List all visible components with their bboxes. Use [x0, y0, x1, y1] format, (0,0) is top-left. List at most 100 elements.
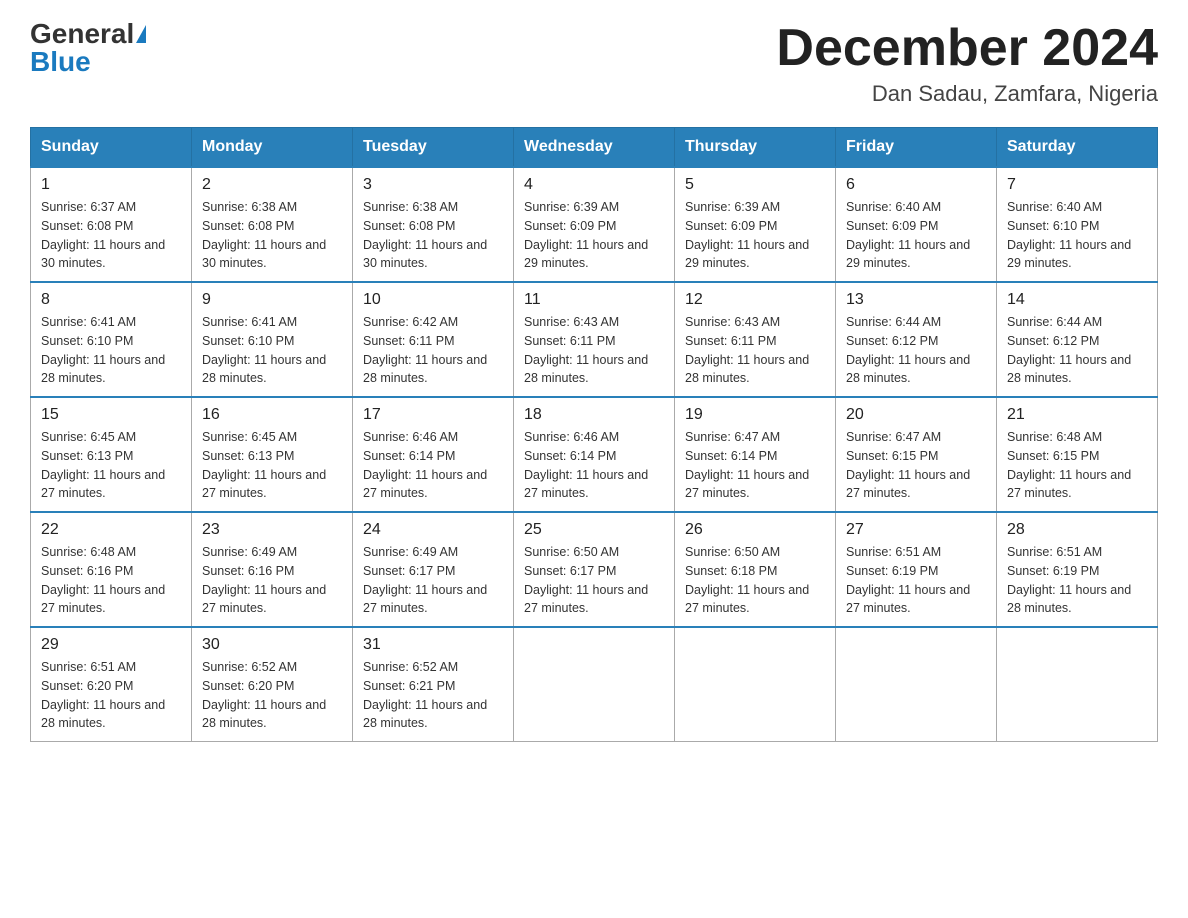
day-info: Sunrise: 6:42 AMSunset: 6:11 PMDaylight:… [363, 313, 503, 388]
week-row-5: 29Sunrise: 6:51 AMSunset: 6:20 PMDayligh… [31, 627, 1158, 742]
calendar-cell: 5 Sunrise: 6:39 AMSunset: 6:09 PMDaylight… [675, 167, 836, 282]
week-row-2: 8 Sunrise: 6:41 AMSunset: 6:10 PMDaylight… [31, 282, 1158, 397]
title-block: December 2024 Dan Sadau, Zamfara, Nigeri… [776, 20, 1158, 107]
calendar-cell: 9 Sunrise: 6:41 AMSunset: 6:10 PMDaylight… [192, 282, 353, 397]
day-info: Sunrise: 6:39 AMSunset: 6:09 PMDaylight:… [524, 198, 664, 273]
day-number: 30 [202, 636, 342, 654]
day-info: Sunrise: 6:48 AMSunset: 6:15 PMDaylight:… [1007, 428, 1147, 503]
day-number: 13 [846, 291, 986, 309]
week-row-1: 1 Sunrise: 6:37 AMSunset: 6:08 PMDaylight… [31, 167, 1158, 282]
day-number: 16 [202, 406, 342, 424]
calendar-cell: 23 Sunrise: 6:49 AMSunset: 6:16 PMDayligh… [192, 512, 353, 627]
day-info: Sunrise: 6:45 AMSunset: 6:13 PMDaylight:… [41, 428, 181, 503]
calendar-cell: 18 Sunrise: 6:46 AMSunset: 6:14 PMDayligh… [514, 397, 675, 512]
day-number: 11 [524, 291, 664, 309]
calendar-cell: 29Sunrise: 6:51 AMSunset: 6:20 PMDayligh… [31, 627, 192, 742]
day-number: 20 [846, 406, 986, 424]
day-info: Sunrise: 6:52 AMSunset: 6:20 PMDaylight:… [202, 658, 342, 733]
day-number: 10 [363, 291, 503, 309]
day-info: Sunrise: 6:48 AMSunset: 6:16 PMDaylight:… [41, 543, 181, 618]
day-number: 1 [41, 176, 181, 194]
header-day-thursday: Thursday [675, 128, 836, 168]
header-row: SundayMondayTuesdayWednesdayThursdayFrid… [31, 128, 1158, 168]
day-number: 18 [524, 406, 664, 424]
calendar-cell: 21 Sunrise: 6:48 AMSunset: 6:15 PMDayligh… [997, 397, 1158, 512]
calendar-cell [997, 627, 1158, 742]
calendar-cell: 11 Sunrise: 6:43 AMSunset: 6:11 PMDayligh… [514, 282, 675, 397]
calendar-cell: 3 Sunrise: 6:38 AMSunset: 6:08 PMDaylight… [353, 167, 514, 282]
calendar-cell: 19 Sunrise: 6:47 AMSunset: 6:14 PMDayligh… [675, 397, 836, 512]
calendar-cell: 30 Sunrise: 6:52 AMSunset: 6:20 PMDayligh… [192, 627, 353, 742]
day-info: Sunrise: 6:46 AMSunset: 6:14 PMDaylight:… [363, 428, 503, 503]
week-row-3: 15 Sunrise: 6:45 AMSunset: 6:13 PMDayligh… [31, 397, 1158, 512]
header-day-tuesday: Tuesday [353, 128, 514, 168]
day-info: Sunrise: 6:51 AMSunset: 6:19 PMDaylight:… [1007, 543, 1147, 618]
calendar-cell [675, 627, 836, 742]
header-day-saturday: Saturday [997, 128, 1158, 168]
calendar-cell: 25Sunrise: 6:50 AMSunset: 6:17 PMDayligh… [514, 512, 675, 627]
calendar-cell: 12 Sunrise: 6:43 AMSunset: 6:11 PMDayligh… [675, 282, 836, 397]
day-info: Sunrise: 6:39 AMSunset: 6:09 PMDaylight:… [685, 198, 825, 273]
day-number: 29 [41, 636, 181, 654]
day-number: 23 [202, 521, 342, 539]
calendar-cell: 24Sunrise: 6:49 AMSunset: 6:17 PMDayligh… [353, 512, 514, 627]
day-number: 8 [41, 291, 181, 309]
day-info: Sunrise: 6:37 AMSunset: 6:08 PMDaylight:… [41, 198, 181, 273]
day-info: Sunrise: 6:41 AMSunset: 6:10 PMDaylight:… [202, 313, 342, 388]
calendar-subtitle: Dan Sadau, Zamfara, Nigeria [776, 81, 1158, 107]
day-number: 19 [685, 406, 825, 424]
day-info: Sunrise: 6:46 AMSunset: 6:14 PMDaylight:… [524, 428, 664, 503]
logo-general-text: General [30, 20, 134, 48]
calendar-cell [836, 627, 997, 742]
calendar-cell [514, 627, 675, 742]
day-number: 15 [41, 406, 181, 424]
day-number: 14 [1007, 291, 1147, 309]
day-info: Sunrise: 6:43 AMSunset: 6:11 PMDaylight:… [524, 313, 664, 388]
calendar-title: December 2024 [776, 20, 1158, 77]
calendar-cell: 6Sunrise: 6:40 AMSunset: 6:09 PMDaylight… [836, 167, 997, 282]
calendar-cell: 22 Sunrise: 6:48 AMSunset: 6:16 PMDayligh… [31, 512, 192, 627]
day-info: Sunrise: 6:45 AMSunset: 6:13 PMDaylight:… [202, 428, 342, 503]
day-number: 26 [685, 521, 825, 539]
day-info: Sunrise: 6:41 AMSunset: 6:10 PMDaylight:… [41, 313, 181, 388]
day-number: 9 [202, 291, 342, 309]
day-number: 31 [363, 636, 503, 654]
calendar-body: 1 Sunrise: 6:37 AMSunset: 6:08 PMDaylight… [31, 167, 1158, 742]
day-number: 7 [1007, 176, 1147, 194]
day-info: Sunrise: 6:51 AMSunset: 6:19 PMDaylight:… [846, 543, 986, 618]
calendar-table: SundayMondayTuesdayWednesdayThursdayFrid… [30, 127, 1158, 742]
day-info: Sunrise: 6:44 AMSunset: 6:12 PMDaylight:… [846, 313, 986, 388]
day-number: 5 [685, 176, 825, 194]
day-number: 22 [41, 521, 181, 539]
header-day-friday: Friday [836, 128, 997, 168]
day-number: 12 [685, 291, 825, 309]
day-number: 24 [363, 521, 503, 539]
day-info: Sunrise: 6:44 AMSunset: 6:12 PMDaylight:… [1007, 313, 1147, 388]
calendar-cell: 28 Sunrise: 6:51 AMSunset: 6:19 PMDayligh… [997, 512, 1158, 627]
day-number: 28 [1007, 521, 1147, 539]
day-info: Sunrise: 6:49 AMSunset: 6:16 PMDaylight:… [202, 543, 342, 618]
day-info: Sunrise: 6:47 AMSunset: 6:14 PMDaylight:… [685, 428, 825, 503]
calendar-cell: 13 Sunrise: 6:44 AMSunset: 6:12 PMDayligh… [836, 282, 997, 397]
week-row-4: 22 Sunrise: 6:48 AMSunset: 6:16 PMDayligh… [31, 512, 1158, 627]
logo-blue-text: Blue [30, 48, 91, 76]
logo: General Blue [30, 20, 146, 76]
day-info: Sunrise: 6:38 AMSunset: 6:08 PMDaylight:… [363, 198, 503, 273]
calendar-cell: 1 Sunrise: 6:37 AMSunset: 6:08 PMDaylight… [31, 167, 192, 282]
day-info: Sunrise: 6:43 AMSunset: 6:11 PMDaylight:… [685, 313, 825, 388]
calendar-cell: 7 Sunrise: 6:40 AMSunset: 6:10 PMDaylight… [997, 167, 1158, 282]
calendar-cell: 4 Sunrise: 6:39 AMSunset: 6:09 PMDaylight… [514, 167, 675, 282]
calendar-cell: 8 Sunrise: 6:41 AMSunset: 6:10 PMDaylight… [31, 282, 192, 397]
day-info: Sunrise: 6:52 AMSunset: 6:21 PMDaylight:… [363, 658, 503, 733]
day-number: 21 [1007, 406, 1147, 424]
day-info: Sunrise: 6:38 AMSunset: 6:08 PMDaylight:… [202, 198, 342, 273]
header-day-monday: Monday [192, 128, 353, 168]
day-number: 4 [524, 176, 664, 194]
day-info: Sunrise: 6:40 AMSunset: 6:10 PMDaylight:… [1007, 198, 1147, 273]
calendar-cell: 14 Sunrise: 6:44 AMSunset: 6:12 PMDayligh… [997, 282, 1158, 397]
day-number: 3 [363, 176, 503, 194]
day-number: 2 [202, 176, 342, 194]
calendar-cell: 31 Sunrise: 6:52 AMSunset: 6:21 PMDayligh… [353, 627, 514, 742]
logo-triangle-icon [136, 25, 146, 43]
calendar-cell: 26Sunrise: 6:50 AMSunset: 6:18 PMDayligh… [675, 512, 836, 627]
